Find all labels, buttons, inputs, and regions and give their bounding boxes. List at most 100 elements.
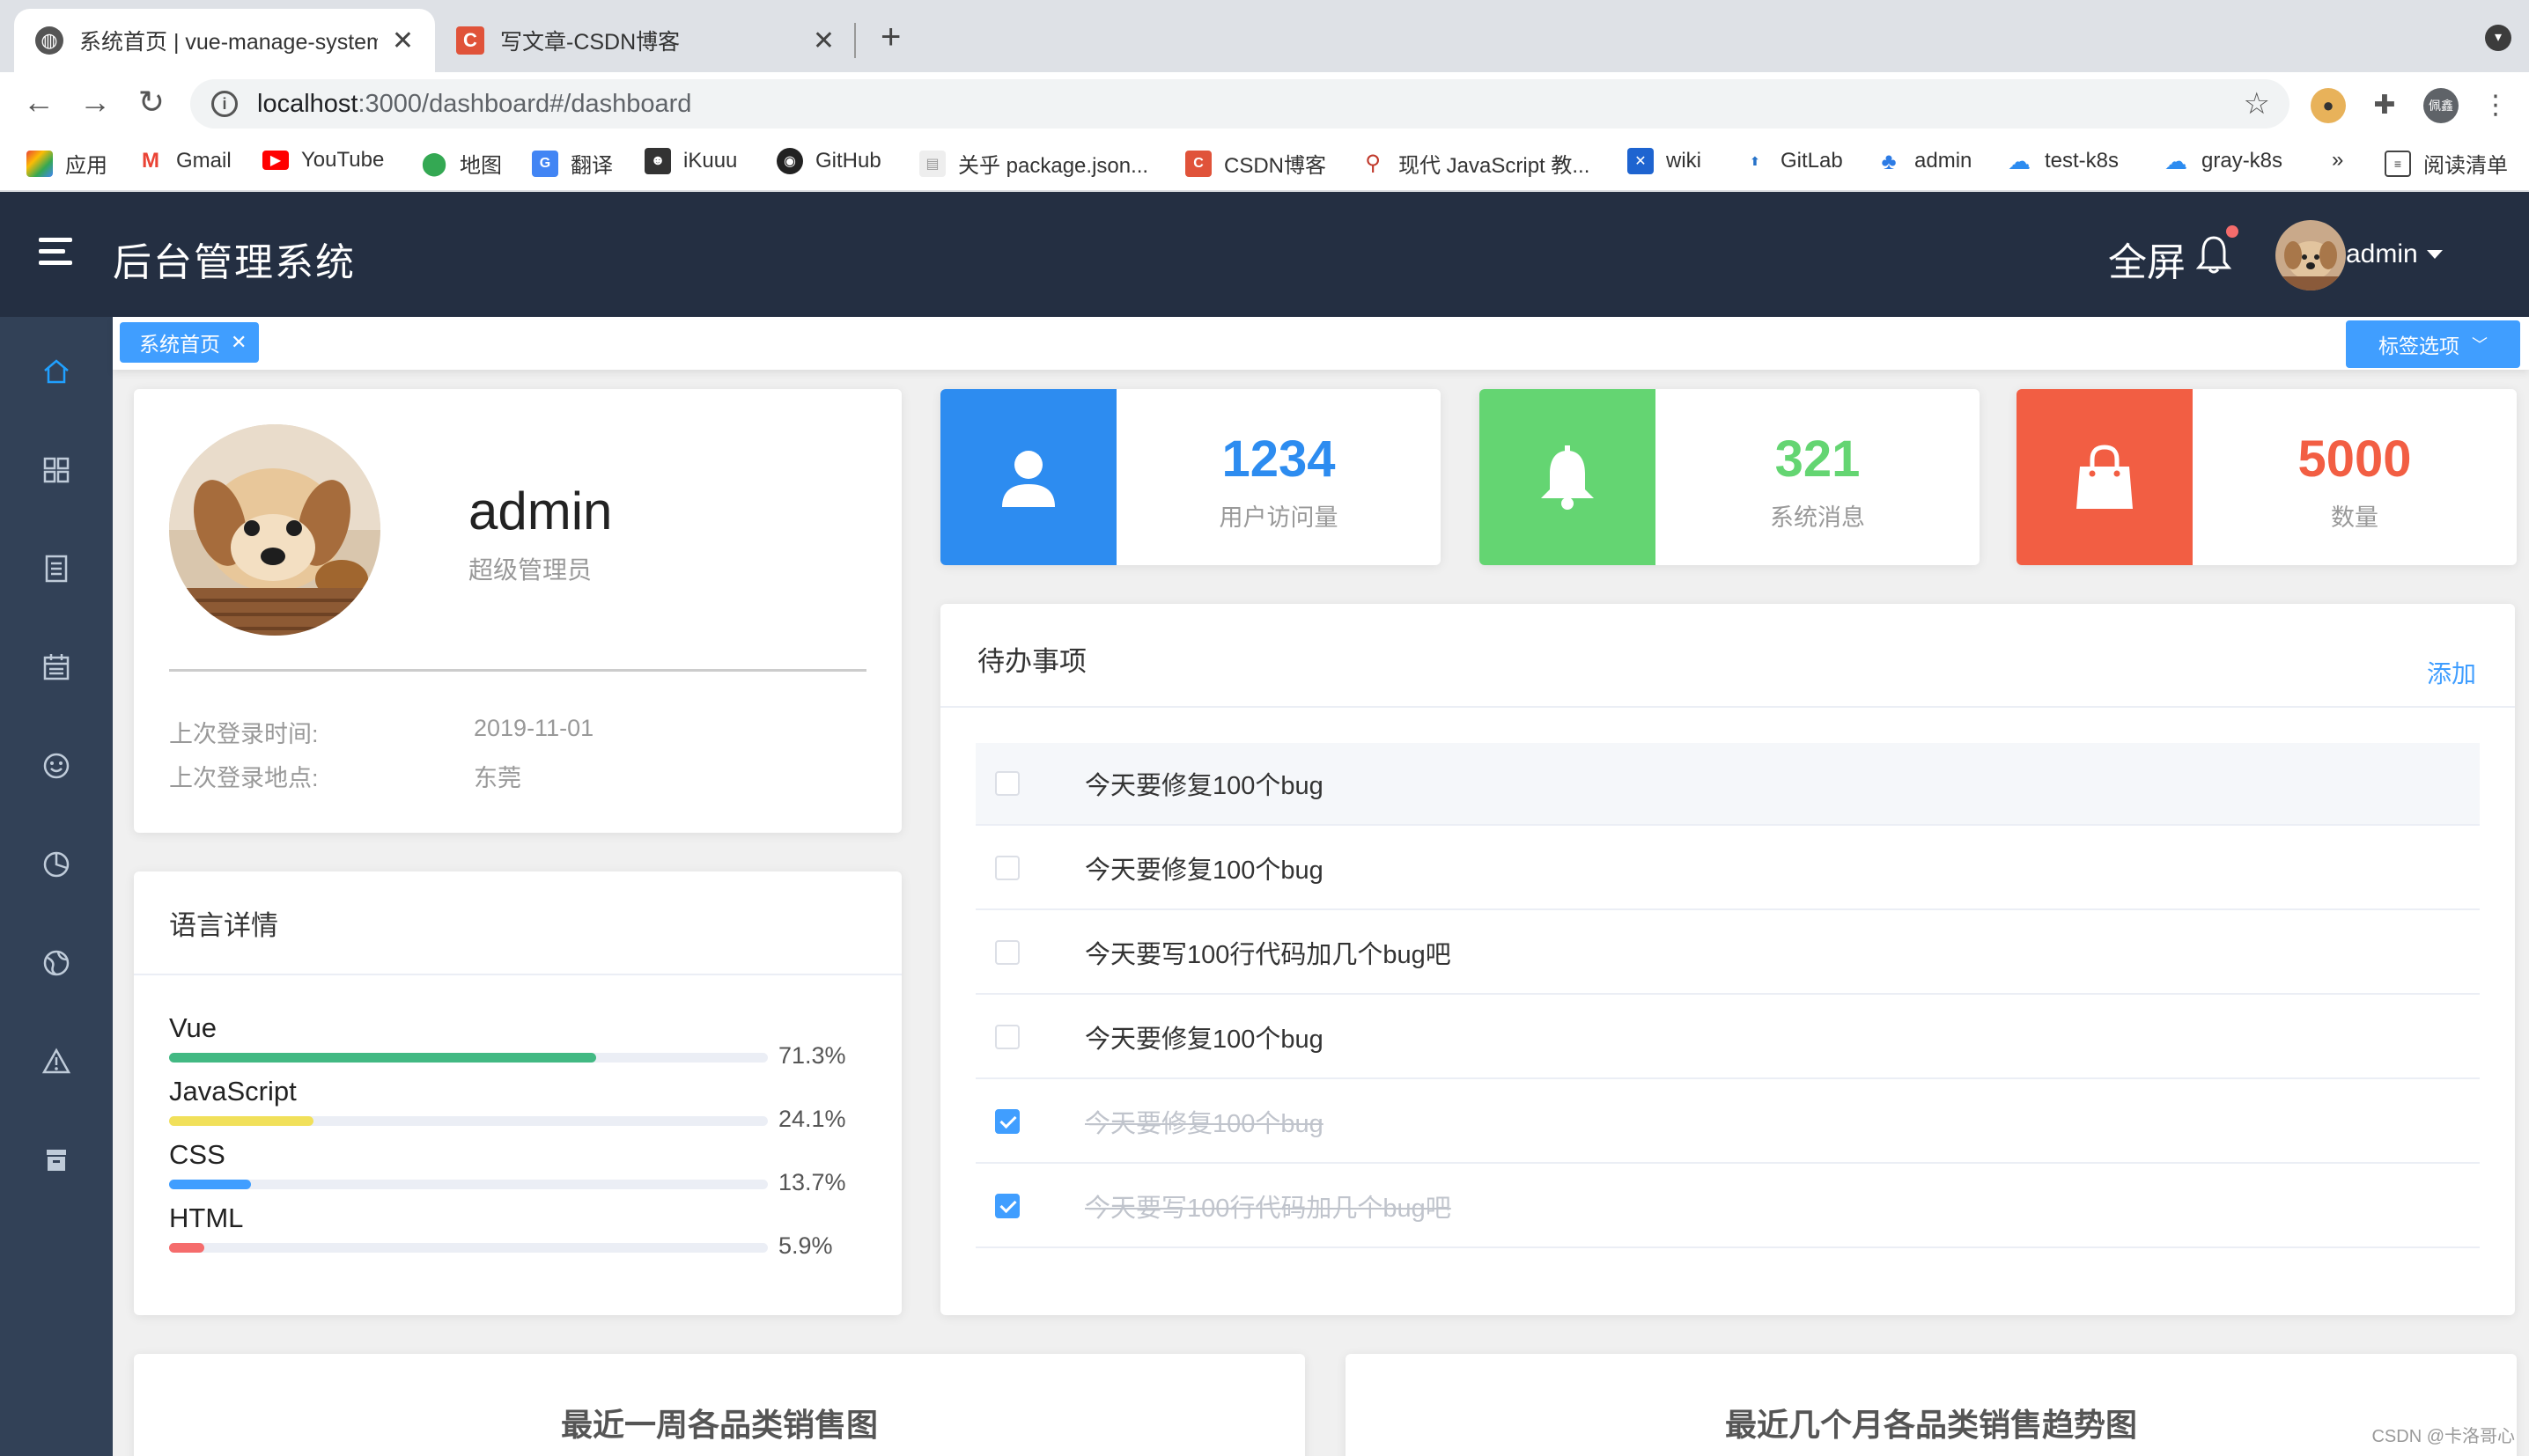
notification-bell-icon[interactable] <box>2196 234 2231 275</box>
profile-avatar[interactable]: 佩鑫 <box>2423 88 2459 123</box>
tag-dashboard[interactable]: 系统首页 ✕ <box>120 322 260 363</box>
extensions-puzzle-icon[interactable]: ✚ <box>2367 88 2402 123</box>
reading-list-button[interactable]: ≡ 阅读清单 <box>2385 148 2508 179</box>
todo-checkbox[interactable] <box>995 1109 1020 1134</box>
language-percent: 71.3% <box>778 1042 846 1069</box>
todo-item: 今天要写100行代码加几个bug吧 <box>976 1166 2480 1248</box>
archive-box-icon <box>47 1150 66 1171</box>
site-info-icon[interactable]: i <box>211 91 238 117</box>
github-icon: ◉ <box>777 148 803 174</box>
gmail-icon: M <box>137 148 164 174</box>
language-percent: 24.1% <box>778 1106 846 1132</box>
cookie-extension-icon[interactable]: ● <box>2311 88 2346 123</box>
js-tutorial-icon: ⚲ <box>1360 150 1386 177</box>
bookmark-github[interactable]: ◉ GitHub <box>777 148 881 174</box>
sidebar-item-warning[interactable] <box>35 1041 77 1083</box>
bookmark-gray-k8s[interactable]: ☁ gray-k8s <box>2163 148 2282 174</box>
tag-options-button[interactable]: 标签选项 ﹀ <box>2346 320 2520 368</box>
tab-title: 系统首页 | vue-manage-system <box>79 30 378 55</box>
sidebar <box>0 317 113 1456</box>
profile-role: 超级管理员 <box>468 556 593 584</box>
bookmark-star-icon[interactable]: ☆ <box>2244 86 2270 121</box>
document-icon <box>45 555 68 583</box>
language-name: JavaScript <box>169 1076 297 1107</box>
progress-fill <box>169 1243 205 1253</box>
watermark: CSDN @卡洛哥心 <box>2371 1427 2515 1446</box>
reload-button[interactable]: ↻ <box>132 85 171 120</box>
todo-title: 待办事项 <box>977 646 1087 677</box>
bookmark-maps[interactable]: ⬤ 地图 <box>421 148 502 179</box>
todo-header: 待办事项 添加 <box>940 604 2515 708</box>
bookmark-youtube[interactable]: ▶ YouTube <box>262 148 384 173</box>
menu-collapse-icon[interactable] <box>39 238 72 272</box>
todo-checkbox[interactable] <box>995 1194 1020 1218</box>
sidebar-item-global[interactable] <box>35 942 77 984</box>
sidebar-item-archive[interactable] <box>35 1139 77 1181</box>
stat-card-visits[interactable]: 1234 用户访问量 <box>940 389 1441 565</box>
user-icon <box>1002 451 1055 507</box>
todo-text: 今天要修复100个bug <box>1085 1110 1323 1138</box>
caret-down-icon[interactable] <box>2427 250 2443 259</box>
todo-text: 今天要写100行代码加几个bug吧 <box>1085 941 1451 969</box>
bookmark-test-k8s[interactable]: ☁ test-k8s <box>2006 148 2119 174</box>
sidebar-item-charts[interactable] <box>35 843 77 886</box>
stat-value: 5000 <box>2297 430 2412 488</box>
sidebar-item-grid[interactable] <box>35 449 77 491</box>
stat-card-messages[interactable]: 321 系统消息 <box>1479 389 1980 565</box>
language-row: JavaScript 24.1% <box>169 1076 874 1132</box>
language-percent: 5.9% <box>778 1232 833 1259</box>
bookmark-wiki[interactable]: ✕ wiki <box>1627 148 1701 174</box>
language-percent: 13.7% <box>778 1169 846 1195</box>
progress-fill <box>169 1180 252 1189</box>
sales-trend-chart-card: 最近几个月各品类销售趋势图 <box>1346 1354 2517 1456</box>
todo-checkbox[interactable] <box>995 1025 1020 1049</box>
bookmark-zhihu-package[interactable]: ▤ 关乎 package.json... <box>919 148 1148 179</box>
address-bar[interactable]: i localhost:3000/dashboard#/dashboard ☆ <box>190 79 2289 129</box>
weekly-sales-chart-card: 最近一周各品类销售图 <box>134 1354 1305 1456</box>
bookmark-modern-js[interactable]: ⚲ 现代 JavaScript 教... <box>1360 148 1589 179</box>
calendar-icon <box>43 654 70 680</box>
sidebar-item-home[interactable] <box>35 350 77 393</box>
bookmark-gmail[interactable]: M Gmail <box>137 148 232 174</box>
bookmark-ikuuu[interactable]: ☻ iKuuu <box>645 148 737 174</box>
todo-item: 今天要修复100个bug <box>976 743 2480 826</box>
fullscreen-button[interactable]: 全屏 <box>2108 231 2186 287</box>
tab-search-button[interactable]: ▾ <box>2485 25 2511 51</box>
tab-close-icon[interactable]: ✕ <box>392 26 414 56</box>
todo-item: 今天要修复100个bug <box>976 1081 2480 1164</box>
smile-icon <box>43 753 70 779</box>
profile-name: admin <box>468 482 613 540</box>
todo-checkbox[interactable] <box>995 856 1020 880</box>
last-login-time-value: 2019-11-01 <box>474 715 594 741</box>
todo-text: 今天要写100行代码加几个bug吧 <box>1085 1195 1451 1223</box>
language-row: Vue 71.3% <box>169 1012 874 1069</box>
bookmark-admin[interactable]: ♣ admin <box>1876 148 1972 174</box>
browser-tab-active[interactable]: ◍ 系统首页 | vue-manage-system ✕ <box>14 9 435 72</box>
stat-icon-block <box>940 389 1117 565</box>
todo-add-button[interactable]: 添加 <box>2427 655 2476 690</box>
bookmark-gitlab[interactable]: ⬆ GitLab <box>1742 148 1843 174</box>
user-avatar[interactable] <box>2275 220 2346 290</box>
sidebar-item-calendar[interactable] <box>35 646 77 688</box>
back-button[interactable]: ← <box>19 85 58 120</box>
tag-close-icon[interactable]: ✕ <box>231 331 247 354</box>
sidebar-item-document[interactable] <box>35 548 77 590</box>
tab-close-icon[interactable]: ✕ <box>813 26 835 56</box>
chart-title: 最近几个月各品类销售趋势图 <box>1724 1407 2137 1443</box>
last-login-time-label: 上次登录时间: <box>169 721 319 747</box>
bookmark-translate[interactable]: G 翻译 <box>532 148 613 179</box>
progress-track <box>169 1180 768 1189</box>
new-tab-button[interactable]: + <box>881 19 901 55</box>
todo-checkbox[interactable] <box>995 940 1020 965</box>
sidebar-item-emoji[interactable] <box>35 745 77 787</box>
todo-text: 今天要修复100个bug <box>1085 772 1323 800</box>
header-username[interactable]: admin <box>2346 239 2418 269</box>
stat-card-quantity[interactable]: 5000 数量 <box>2017 389 2517 565</box>
bookmark-csdn[interactable]: C CSDN博客 <box>1185 148 1326 179</box>
todo-checkbox[interactable] <box>995 771 1020 796</box>
browser-tab[interactable]: C 写文章-CSDN博客 ✕ <box>435 9 856 72</box>
forward-button[interactable]: → <box>76 85 114 120</box>
bookmark-apps[interactable]: 应用 <box>26 148 107 179</box>
browser-menu-icon[interactable]: ⋮ <box>2478 88 2513 123</box>
bookmarks-overflow-button[interactable]: » <box>2332 148 2343 173</box>
